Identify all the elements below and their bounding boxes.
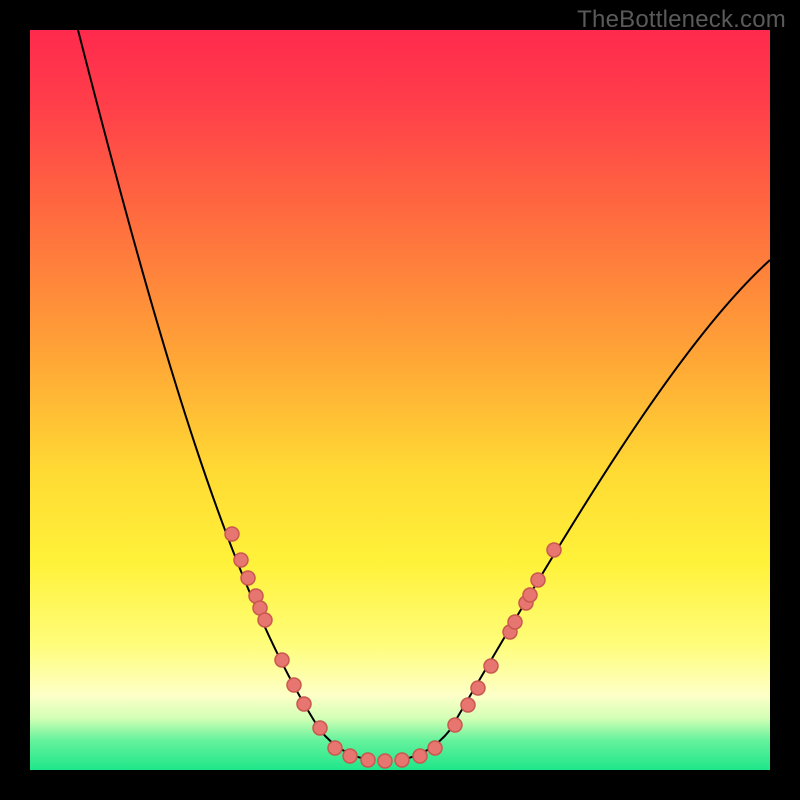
curve-layer	[30, 30, 770, 770]
data-point	[258, 613, 272, 627]
data-point	[313, 721, 327, 735]
data-point	[328, 741, 342, 755]
data-point	[531, 573, 545, 587]
data-point	[275, 653, 289, 667]
data-point	[234, 553, 248, 567]
data-point	[395, 753, 409, 767]
data-point	[547, 543, 561, 557]
data-point	[361, 753, 375, 767]
data-point	[484, 659, 498, 673]
data-point	[523, 588, 537, 602]
data-point	[297, 697, 311, 711]
right-curve	[400, 260, 770, 760]
dots-left	[225, 527, 327, 735]
chart-area	[30, 30, 770, 770]
data-point	[287, 678, 301, 692]
data-point	[508, 615, 522, 629]
data-point	[413, 749, 427, 763]
dots-bottom	[328, 741, 442, 768]
data-point	[343, 749, 357, 763]
data-point	[428, 741, 442, 755]
data-point	[378, 754, 392, 768]
data-point	[448, 718, 462, 732]
data-point	[471, 681, 485, 695]
left-curve	[78, 30, 370, 760]
data-point	[225, 527, 239, 541]
watermark-text: TheBottleneck.com	[577, 6, 786, 34]
data-point	[241, 571, 255, 585]
data-point	[461, 698, 475, 712]
